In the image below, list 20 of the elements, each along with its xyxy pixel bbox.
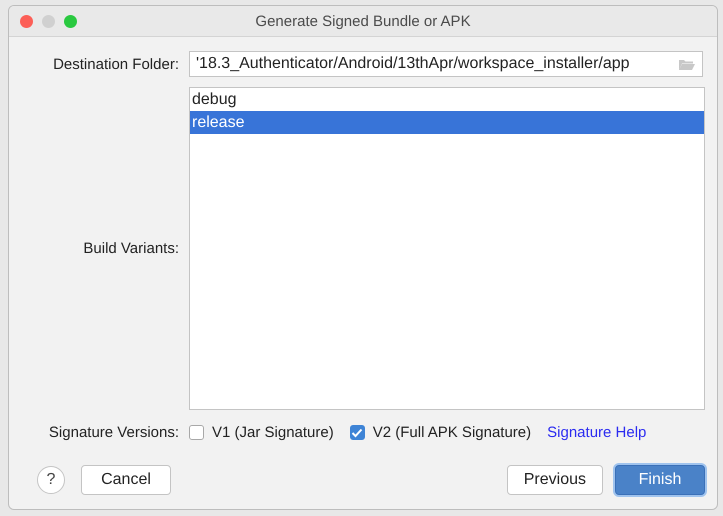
destination-field[interactable]: '18.3_Authenticator/Android/13thApr/workspace_installer/app [189, 51, 703, 77]
checkbox[interactable] [350, 425, 365, 440]
folder-icon[interactable] [678, 58, 696, 70]
dialog-button[interactable]: Cancel [81, 465, 171, 495]
field-label: Signature Versions: [48, 424, 179, 441]
checkbox-label: V2 (Full APK Signature) [372, 424, 532, 441]
list-item[interactable]: release [190, 111, 704, 134]
close-icon[interactable] [20, 14, 33, 28]
checkbox-label: V1 (Jar Signature) [212, 424, 334, 441]
help-button[interactable]: ? [37, 466, 65, 494]
checkbox[interactable] [189, 425, 204, 440]
finish-button[interactable]: Finish [615, 465, 705, 495]
help-link[interactable]: Signature Help [547, 424, 646, 441]
field-label: Destination Folder: [52, 56, 179, 72]
dialog-button[interactable]: Previous [506, 465, 603, 495]
list-item[interactable]: debug [190, 88, 704, 111]
zoom-icon[interactable] [64, 14, 77, 28]
minimize-icon[interactable] [42, 14, 55, 28]
window-title: Generate Signed Bundle or APK [255, 12, 471, 30]
field-label: Build Variants: [82, 240, 179, 257]
